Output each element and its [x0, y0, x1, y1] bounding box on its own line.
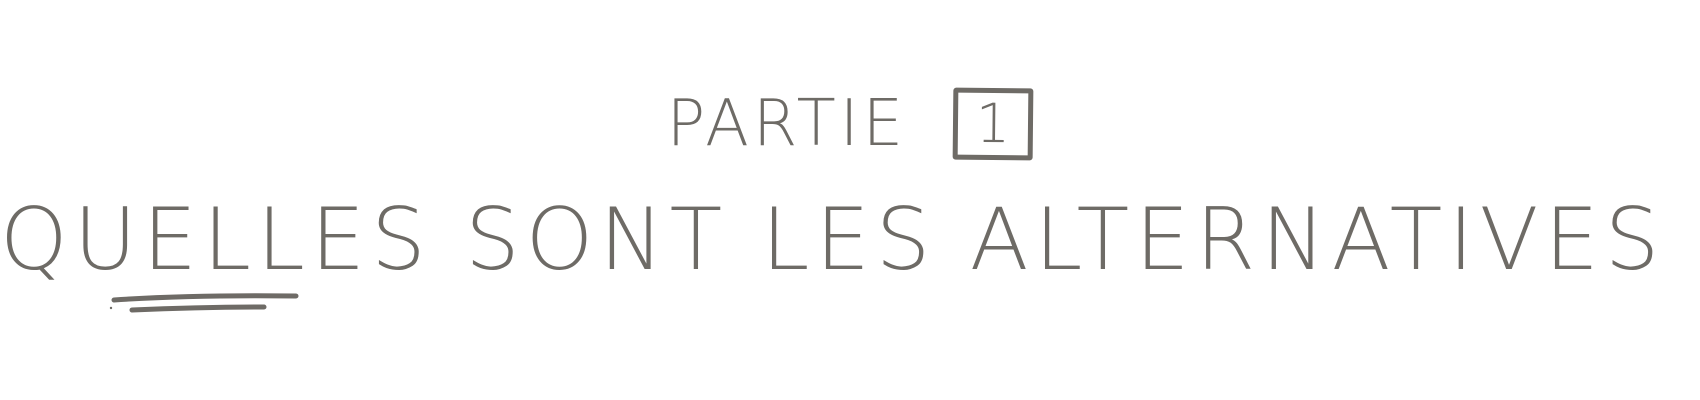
part-number-box: 1 — [953, 87, 1034, 160]
part-word: PARTIE — [666, 86, 908, 161]
hand-drawn-underline — [109, 293, 299, 313]
page: PARTIE 1 QUELLES SONT LES ALTERNATIVES ? — [0, 0, 1700, 400]
page-title: QUELLES SONT LES ALTERNATIVES ? — [0, 190, 1700, 290]
part-heading: PARTIE 1 — [0, 80, 1700, 164]
